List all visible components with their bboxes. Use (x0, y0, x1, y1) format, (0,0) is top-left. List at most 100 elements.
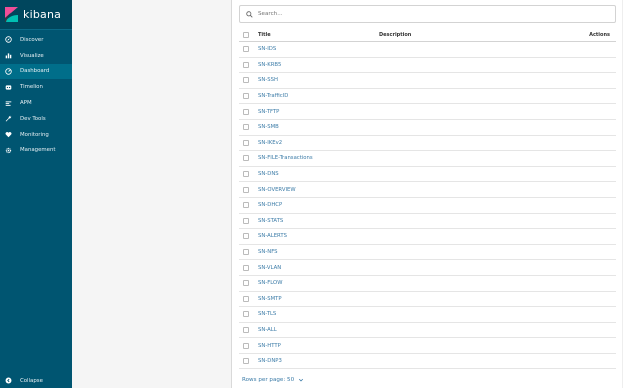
dashboard-link[interactable]: SN-DNP3 (258, 358, 282, 364)
row-title-cell: SN-SSH (258, 77, 379, 83)
table-row: SN-ALERTS (239, 229, 616, 245)
nav-item-visualize[interactable]: Visualize (0, 48, 72, 64)
dashboard-link[interactable]: SN-NFS (258, 249, 278, 255)
table-row: SN-FLOW (239, 276, 616, 292)
dashboard-link[interactable]: SN-SSH (258, 77, 278, 83)
nav-label-discover: Discover (20, 36, 44, 43)
dashboard-link[interactable]: SN-ALL (258, 327, 277, 333)
dashboard-link[interactable]: SN-TLS (258, 311, 276, 317)
row-title-cell: SN-STATS (258, 218, 379, 224)
row-title-cell: SN-KRB5 (258, 62, 379, 68)
table-row: SN-VLAN (239, 260, 616, 276)
row-checkbox[interactable] (243, 124, 249, 131)
row-checkbox[interactable] (243, 202, 249, 209)
nav-label-monitoring: Monitoring (20, 131, 49, 138)
dashboards-table: Title Description Actions SN-IDS SN-KRB5 S… (239, 28, 616, 370)
nav-item-timelion[interactable]: Timelion (0, 79, 72, 95)
table-row: SN-TFTP (239, 104, 616, 120)
row-title-cell: SN-TrafficID (258, 93, 379, 99)
row-checkbox[interactable] (243, 61, 249, 68)
row-checkbox[interactable] (243, 139, 249, 146)
dashboard-link[interactable]: SN-FILE-Transactions (258, 155, 313, 161)
dashboard-link[interactable]: SN-ALERTS (258, 233, 287, 239)
compass-icon (5, 36, 12, 44)
pagination-rows-per-page[interactable]: Rows per page: 50 (242, 377, 304, 383)
dashboard-link[interactable]: SN-SMB (258, 124, 279, 130)
dashboard-link[interactable]: SN-VLAN (258, 265, 281, 271)
dashboard-link[interactable]: SN-IKEv2 (258, 140, 282, 146)
row-title-cell: SN-TFTP (258, 109, 379, 115)
row-checkbox[interactable] (243, 217, 249, 224)
column-header-description: Description (379, 31, 412, 38)
table-row: SN-SMTP (239, 292, 616, 308)
row-checkbox[interactable] (243, 264, 249, 271)
table-row: SN-IKEv2 (239, 136, 616, 152)
row-title-cell: SN-TLS (258, 311, 379, 317)
row-title-cell: SN-FLOW (258, 280, 379, 286)
row-title-cell: SN-VLAN (258, 265, 379, 271)
collapse-icon (5, 377, 12, 384)
dashboard-link[interactable]: SN-DHCP (258, 202, 282, 208)
row-checkbox[interactable] (243, 46, 249, 53)
dashboard-link[interactable]: SN-TFTP (258, 109, 279, 115)
row-checkbox[interactable] (243, 249, 249, 256)
table-row: SN-TLS (239, 307, 616, 323)
row-title-cell: SN-NFS (258, 249, 379, 255)
nav-item-monitoring[interactable]: Monitoring (0, 127, 72, 143)
right-edge (622, 0, 640, 388)
row-title-cell: SN-DNP3 (258, 358, 379, 364)
dashboard-link[interactable]: SN-FLOW (258, 280, 282, 286)
dashboard-link[interactable]: SN-SMTP (258, 296, 282, 302)
select-all-checkbox[interactable] (243, 31, 249, 38)
row-title-cell: SN-DNS (258, 171, 379, 177)
row-checkbox[interactable] (243, 280, 249, 287)
row-checkbox[interactable] (243, 77, 249, 84)
nav-label-dashboard: Dashboard (20, 68, 50, 75)
nav-item-dashboard[interactable]: Dashboard (0, 63, 72, 80)
brand-name: kibana (23, 8, 62, 21)
search-box[interactable] (239, 5, 616, 23)
dashboard-link[interactable]: SN-DNS (258, 171, 279, 177)
column-header-title[interactable]: Title (258, 32, 379, 38)
kibana-logo-icon (5, 7, 18, 22)
table-row: SN-IDS (239, 42, 616, 58)
row-title-cell: SN-SMTP (258, 296, 379, 302)
row-checkbox[interactable] (243, 233, 249, 240)
dashboard-link[interactable]: SN-OVERVIEW (258, 187, 296, 193)
table-header: Title Description Actions (239, 28, 616, 42)
nav-item-dev-tools[interactable]: Dev Tools (0, 111, 72, 127)
search-input[interactable] (258, 11, 598, 17)
nav-item-management[interactable]: Management (0, 143, 72, 159)
dashboard-link[interactable]: SN-STATS (258, 218, 283, 224)
search-icon (246, 10, 253, 18)
dashboard-link[interactable]: SN-HTTP (258, 343, 281, 349)
row-checkbox[interactable] (243, 108, 249, 115)
nav-item-apm[interactable]: APM (0, 95, 72, 111)
row-checkbox[interactable] (243, 358, 249, 365)
row-checkbox[interactable] (243, 186, 249, 193)
dashboard-link[interactable]: SN-KRB5 (258, 62, 281, 68)
dashboard-link[interactable]: SN-TrafficID (258, 93, 288, 99)
rows-per-page-label: Rows per page: 50 (242, 377, 295, 383)
dashboard-link[interactable]: SN-IDS (258, 46, 276, 52)
row-checkbox[interactable] (243, 311, 249, 318)
nav-label-dev-tools: Dev Tools (20, 115, 46, 122)
row-checkbox[interactable] (243, 295, 249, 302)
table-body: SN-IDS SN-KRB5 SN-SSH SN-TrafficID SN-TFTP SN… (239, 42, 616, 370)
row-title-cell: SN-HTTP (258, 343, 379, 349)
chevron-down-icon (298, 377, 304, 383)
row-checkbox[interactable] (243, 342, 249, 349)
row-checkbox[interactable] (243, 93, 249, 100)
table-row: SN-ALL (239, 323, 616, 339)
nav-item-discover[interactable]: Discover (0, 32, 72, 48)
row-checkbox[interactable] (243, 326, 249, 333)
collapse-button[interactable]: Collapse (0, 373, 72, 388)
apm-icon (5, 100, 12, 107)
dashboard-icon (5, 68, 12, 75)
row-checkbox[interactable] (243, 155, 249, 162)
brand[interactable]: kibana (0, 0, 72, 30)
row-title-cell: SN-DHCP (258, 202, 379, 208)
table-row: SN-OVERVIEW (239, 182, 616, 198)
table-row: SN-HTTP (239, 338, 616, 354)
row-checkbox[interactable] (243, 171, 249, 178)
